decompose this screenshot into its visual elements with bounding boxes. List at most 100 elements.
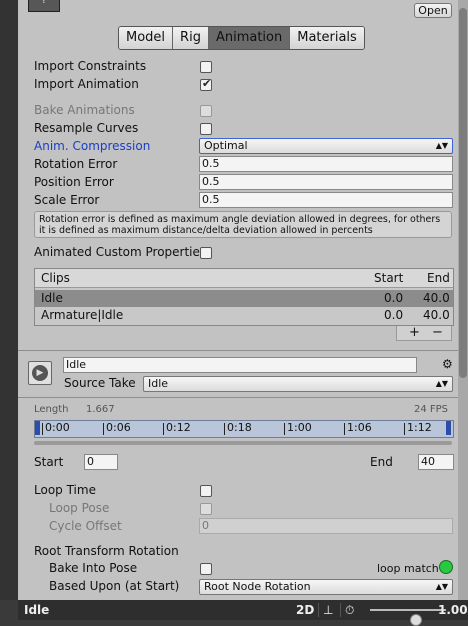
speed-icon[interactable]: ⏱	[345, 600, 354, 620]
timeline-tick: 1:06	[344, 421, 372, 435]
pivot-icon[interactable]: ⊥	[323, 600, 333, 620]
end-marker-handle[interactable]	[446, 421, 451, 435]
clip-timeline[interactable]: 0:00 0:06 0:12 0:18 1:00 1:06 1:12	[34, 420, 454, 438]
loop-pose-label: Loop Pose	[49, 501, 110, 515]
resample-curves-checkbox[interactable]	[200, 123, 212, 135]
toolbar-separator	[340, 603, 341, 617]
add-clip-button[interactable]: +	[409, 326, 420, 339]
scene-view-edge	[0, 0, 18, 600]
scale-error-label: Scale Error	[34, 193, 100, 207]
end-frame-field[interactable]: 40	[418, 454, 454, 470]
clip-name: Armature|Idle	[41, 308, 124, 322]
playback-speed-slider[interactable]	[370, 609, 446, 626]
clip-name: Idle	[41, 291, 63, 305]
section-divider	[18, 397, 458, 398]
clip-row[interactable]: Idle 0.0 40.0	[35, 290, 453, 307]
source-take-label: Source Take	[64, 376, 136, 390]
source-take-value: Idle	[148, 377, 169, 390]
based-upon-dropdown[interactable]: Root Node Rotation ▲▼	[199, 579, 453, 595]
dropdown-arrow-icon: ▲▼	[435, 582, 448, 591]
resample-curves-label: Resample Curves	[34, 121, 139, 135]
loop-match-indicator-icon	[439, 560, 453, 574]
import-constraints-label: Import Constraints	[34, 59, 147, 73]
timeline-tick: 0:06	[103, 421, 131, 435]
inspector-scrollbar[interactable]	[458, 0, 468, 600]
clip-end: 40.0	[423, 308, 450, 322]
import-constraints-checkbox[interactable]	[200, 61, 212, 73]
start-marker-handle[interactable]	[35, 421, 40, 435]
scale-error-field[interactable]: 0.5	[199, 192, 453, 208]
play-icon: ▶	[32, 365, 48, 381]
gear-icon[interactable]: ⚙	[442, 357, 453, 371]
preview-scrubber[interactable]	[34, 441, 452, 445]
rotation-error-label: Rotation Error	[34, 157, 118, 171]
clips-list: Clips Start End Idle 0.0 40.0 Armature|I…	[34, 268, 454, 326]
end-label: End	[370, 455, 393, 469]
rotation-error-field[interactable]: 0.5	[199, 156, 453, 172]
inspector-panel: ? Open Model Rig Animation Materials Imp…	[18, 0, 458, 600]
timeline-tick: 0:12	[163, 421, 191, 435]
tab-rig[interactable]: Rig	[173, 27, 209, 49]
loop-pose-checkbox	[200, 503, 212, 515]
loop-match-label: loop match	[377, 562, 439, 575]
preview-play-button[interactable]: ▶	[28, 361, 52, 385]
import-tabs: Model Rig Animation Materials	[118, 26, 365, 50]
clip-row[interactable]: Armature|Idle 0.0 40.0	[35, 307, 453, 324]
clips-header: Clips Start End	[35, 269, 453, 288]
tab-materials[interactable]: Materials	[290, 27, 364, 49]
scrollbar-thumb[interactable]	[459, 8, 467, 378]
clips-column-start: Start	[374, 271, 404, 285]
length-value: 1.667	[86, 404, 115, 415]
clips-column-end: End	[427, 271, 450, 285]
fps-label: 24 FPS	[414, 404, 449, 415]
remove-clip-button[interactable]: −	[432, 326, 443, 339]
source-take-dropdown[interactable]: Idle ▲▼	[143, 376, 453, 392]
open-button[interactable]: Open	[414, 3, 452, 18]
section-divider	[18, 350, 458, 351]
toggle-2d-button[interactable]: 2D	[296, 600, 314, 620]
import-animation-label: Import Animation	[34, 77, 139, 91]
asset-icon: ?	[28, 0, 60, 12]
length-label: Length	[34, 404, 69, 415]
start-frame-field[interactable]: 0	[84, 454, 118, 470]
bake-into-pose-checkbox[interactable]	[200, 563, 212, 575]
bake-animations-checkbox	[200, 105, 212, 117]
loop-time-label: Loop Time	[34, 483, 96, 497]
position-error-label: Position Error	[34, 175, 114, 189]
playback-speed-value: 1.00	[438, 603, 468, 617]
clip-end: 40.0	[423, 291, 450, 305]
playback-speed-slider-thumb[interactable]	[409, 614, 422, 626]
tab-animation[interactable]: Animation	[208, 27, 291, 49]
timeline-tick: 0:18	[224, 421, 252, 435]
root-transform-rotation-label: Root Transform Rotation	[34, 544, 179, 558]
position-error-field[interactable]: 0.5	[199, 174, 453, 190]
cycle-offset-field: 0	[199, 518, 453, 534]
clips-column-name: Clips	[41, 271, 70, 285]
import-animation-checkbox[interactable]	[200, 77, 212, 91]
compression-help-box: Rotation error is defined as maximum ang…	[34, 211, 452, 238]
bake-into-pose-label: Bake Into Pose	[49, 561, 138, 575]
animated-custom-properties-checkbox[interactable]	[200, 247, 212, 259]
animated-custom-properties-label: Animated Custom Properties	[34, 245, 207, 259]
loop-time-checkbox[interactable]	[200, 485, 212, 497]
based-upon-label: Based Upon (at Start)	[49, 579, 180, 593]
preview-clip-name: Idle	[24, 603, 50, 617]
anim-compression-dropdown[interactable]: Optimal ▲▼	[199, 138, 453, 154]
clip-start: 0.0	[384, 291, 404, 305]
preview-toolbar: Idle 2D ⊥ ⏱ 1.00	[18, 600, 468, 626]
timeline-tick: 1:12	[404, 421, 432, 435]
bake-animations-label: Bake Animations	[34, 103, 135, 117]
timeline-tick: 0:00	[42, 421, 70, 435]
dropdown-arrow-icon: ▲▼	[435, 141, 448, 150]
cycle-offset-label: Cycle Offset	[49, 519, 122, 533]
toolbar-separator	[318, 603, 319, 617]
tab-model[interactable]: Model	[119, 27, 174, 49]
clip-start: 0.0	[384, 308, 404, 322]
dropdown-arrow-icon: ▲▼	[435, 379, 448, 388]
based-upon-value: Root Node Rotation	[204, 580, 311, 593]
clip-list-footer: + −	[396, 326, 452, 341]
start-label: Start	[34, 455, 64, 469]
timeline-tick: 1:00	[284, 421, 312, 435]
clip-name-field[interactable]: Idle	[63, 357, 417, 373]
anim-compression-label: Anim. Compression	[34, 139, 151, 153]
